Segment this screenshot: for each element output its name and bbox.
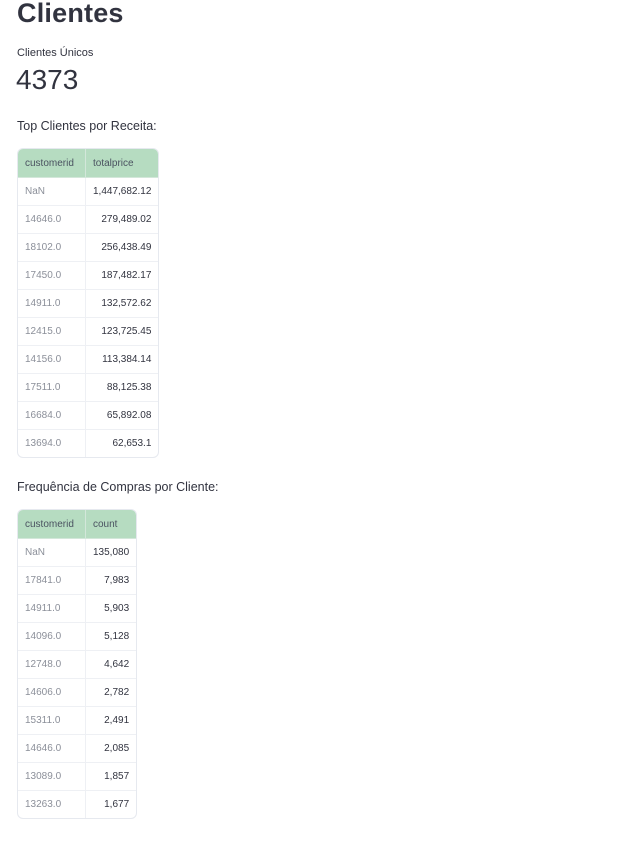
table-row[interactable]: 17450.0 187,482.17: [18, 261, 159, 290]
table-row[interactable]: 15311.0 2,491: [18, 706, 137, 735]
customerid-cell[interactable]: 17450.0: [18, 261, 86, 290]
value-cell[interactable]: 1,447,682.12: [85, 177, 159, 206]
table-row[interactable]: 14911.0 5,903: [18, 594, 137, 623]
table-row[interactable]: NaN 135,080: [18, 538, 137, 567]
table-row[interactable]: 12748.0 4,642: [18, 650, 137, 679]
customerid-cell[interactable]: 13089.0: [18, 762, 86, 791]
customerid-cell[interactable]: 17841.0: [18, 566, 86, 595]
customerid-cell[interactable]: 12415.0: [18, 317, 86, 346]
value-cell[interactable]: 65,892.08: [85, 401, 159, 430]
value-cell[interactable]: 1,857: [85, 762, 137, 791]
table-row[interactable]: 13089.0 1,857: [18, 762, 137, 791]
customerid-cell[interactable]: 15311.0: [18, 706, 86, 735]
customerid-cell[interactable]: 16684.0: [18, 401, 86, 430]
value-cell[interactable]: 113,384.14: [85, 345, 159, 374]
value-cell[interactable]: 5,903: [85, 594, 137, 623]
customerid-cell[interactable]: NaN: [18, 538, 86, 567]
customerid-cell[interactable]: 13694.0: [18, 429, 86, 457]
table-row[interactable]: 13263.0 1,677: [18, 790, 137, 818]
customerid-cell[interactable]: 12748.0: [18, 650, 86, 679]
top-revenue-label: Top Clientes por Receita:: [17, 119, 157, 133]
table-row[interactable]: 14096.0 5,128: [18, 622, 137, 651]
table-row[interactable]: 17841.0 7,983: [18, 566, 137, 595]
page-title: Clientes: [17, 0, 124, 28]
customerid-cell[interactable]: 14156.0: [18, 345, 86, 374]
table-row[interactable]: 17511.0 88,125.38: [18, 373, 159, 402]
value-cell[interactable]: 1,677: [85, 790, 137, 818]
table-row[interactable]: 14606.0 2,782: [18, 678, 137, 707]
value-cell[interactable]: 279,489.02: [85, 205, 159, 234]
customerid-cell[interactable]: 14096.0: [18, 622, 86, 651]
customerid-cell[interactable]: 14646.0: [18, 205, 86, 234]
table-row[interactable]: 14911.0 132,572.62: [18, 289, 159, 318]
value-cell[interactable]: 2,491: [85, 706, 137, 735]
column-header-totalprice[interactable]: totalprice: [85, 149, 159, 178]
column-header-customerid[interactable]: customerid: [18, 510, 86, 539]
table-row[interactable]: 13694.0 62,653.1: [18, 429, 159, 457]
value-cell[interactable]: 2,085: [85, 734, 137, 763]
customerid-cell[interactable]: 13263.0: [18, 790, 86, 818]
value-cell[interactable]: 4,642: [85, 650, 137, 679]
customerid-cell[interactable]: 14606.0: [18, 678, 86, 707]
value-cell[interactable]: 187,482.17: [85, 261, 159, 290]
value-cell[interactable]: 5,128: [85, 622, 137, 651]
value-cell[interactable]: 123,725.45: [85, 317, 159, 346]
column-header-customerid[interactable]: customerid: [18, 149, 86, 178]
table-row[interactable]: 14646.0 279,489.02: [18, 205, 159, 234]
table-header-row: customerid count: [18, 510, 137, 539]
table-row[interactable]: 16684.0 65,892.08: [18, 401, 159, 430]
top-revenue-table[interactable]: customerid totalprice NaN 1,447,682.12 146…: [17, 148, 160, 458]
table-row[interactable]: 12415.0 123,725.45: [18, 317, 159, 346]
customerid-cell[interactable]: 18102.0: [18, 233, 86, 262]
metric-value: 4373: [16, 64, 79, 95]
table-row[interactable]: 14646.0 2,085: [18, 734, 137, 763]
page: Clientes Clientes Únicos 4373 Top Client…: [0, 0, 638, 843]
table-row[interactable]: 14156.0 113,384.14: [18, 345, 159, 374]
value-cell[interactable]: 2,782: [85, 678, 137, 707]
purchase-frequency-label: Frequência de Compras por Cliente:: [17, 480, 219, 494]
customerid-cell[interactable]: 14911.0: [18, 594, 86, 623]
column-header-count[interactable]: count: [85, 510, 137, 539]
value-cell[interactable]: 62,653.1: [85, 429, 159, 457]
value-cell[interactable]: 135,080: [85, 538, 137, 567]
value-cell[interactable]: 88,125.38: [85, 373, 159, 402]
purchase-frequency-table[interactable]: customerid count NaN 135,080 17841.0 7,983 1…: [17, 509, 138, 819]
value-cell[interactable]: 256,438.49: [85, 233, 159, 262]
customerid-cell[interactable]: NaN: [18, 177, 86, 206]
customerid-cell[interactable]: 14646.0: [18, 734, 86, 763]
value-cell[interactable]: 7,983: [85, 566, 137, 595]
table-row[interactable]: 18102.0 256,438.49: [18, 233, 159, 262]
customerid-cell[interactable]: 14911.0: [18, 289, 86, 318]
table-row[interactable]: NaN 1,447,682.12: [18, 177, 159, 206]
table-header-row: customerid totalprice: [18, 149, 159, 178]
customerid-cell[interactable]: 17511.0: [18, 373, 86, 402]
metric-label: Clientes Únicos: [17, 47, 94, 59]
value-cell[interactable]: 132,572.62: [85, 289, 159, 318]
